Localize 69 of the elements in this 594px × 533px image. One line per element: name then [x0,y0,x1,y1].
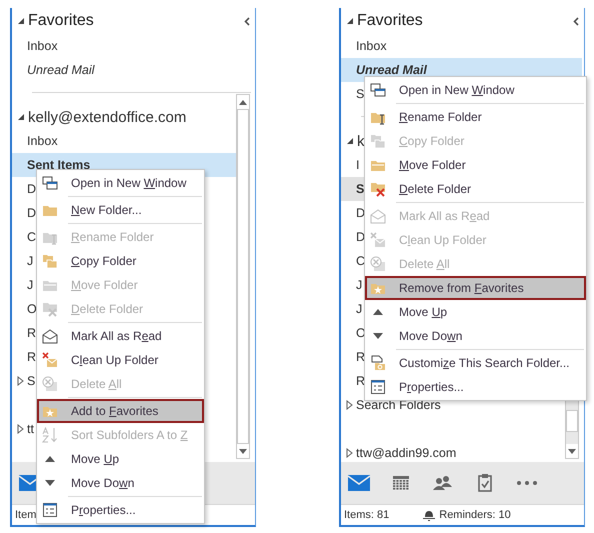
folder-delete-icon [42,301,58,317]
expanded-triangle-icon[interactable] [17,113,25,121]
windows-icon [370,82,386,98]
properties-icon [42,502,58,518]
item-count: Item [15,509,36,522]
folder-item[interactable]: Inbox [341,34,582,58]
collapsed-triangle-icon[interactable] [17,376,24,386]
section-title: Favorites [28,12,94,30]
menu-item[interactable]: Properties... [37,498,204,522]
menu-item[interactable]: Remove from Favorites [365,276,586,300]
folder-group[interactable]: Search Folders [356,398,441,412]
menu-item[interactable]: Delete Folder [365,177,586,201]
expanded-triangle-icon[interactable] [17,17,25,25]
scroll-up-icon[interactable] [239,100,247,104]
scroll-thumb[interactable] [237,109,249,444]
section-title: Favorites [357,12,423,30]
scroll-thumb[interactable] [566,410,578,432]
menu-item[interactable]: Rename Folder [365,105,586,129]
properties-icon [370,379,386,395]
folder-item[interactable]: Unread Mail [12,58,253,82]
menu-item[interactable]: Add to Favorites [37,399,204,423]
menu-item[interactable]: Move Up [37,447,204,471]
expanded-triangle-icon[interactable] [346,137,354,145]
folder-group[interactable]: tt [27,422,34,436]
menu-item[interactable]: Move Folder [365,153,586,177]
collapse-icon[interactable] [244,16,250,26]
windows-icon [42,175,58,191]
collapsed-triangle-icon[interactable] [17,424,24,434]
bell-icon [423,509,436,522]
envelope-delete-icon [370,232,386,248]
folder-delete-icon [370,181,386,197]
folder-item[interactable]: Inbox [12,129,236,153]
menu-item[interactable]: New Folder... [37,198,204,222]
envelope-delete-icon [370,256,386,272]
scroll-down-icon[interactable] [239,448,247,454]
folders-icon [370,133,386,149]
sort-icon [42,427,58,443]
people-icon [433,475,453,492]
account-title[interactable]: k [357,132,364,150]
collapse-icon[interactable] [573,16,579,26]
folder-item[interactable]: Inbox [12,34,253,58]
menu-item[interactable]: Move Down [37,471,204,495]
menu-item[interactable]: Mark All as Read [37,324,204,348]
folders-icon [42,253,58,269]
clipboard-check-icon [478,474,492,492]
scroll-down-icon[interactable] [568,448,576,454]
menu-item[interactable]: Move Down [365,324,586,348]
collapsed-triangle-icon[interactable] [346,448,353,458]
more-icon [517,481,537,486]
menu-item[interactable]: Customize This Search Folder... [365,351,586,375]
account-title[interactable]: kelly@extendoffice.com [28,108,186,126]
item-count: Items: 81 [344,509,390,522]
search-folder-icon [370,355,386,371]
menu-item[interactable]: Move Up [365,300,586,324]
menu-item[interactable]: Copy Folder [37,249,204,273]
envelope-open-icon [42,328,58,344]
menu-item[interactable]: Clean Up Folder [37,348,204,372]
menu-item[interactable]: Properties... [365,375,586,399]
folder-group[interactable]: ttw@addin99.com [356,446,456,460]
reminders-count[interactable]: Reminders: 10 [439,509,511,522]
expanded-triangle-icon[interactable] [346,17,354,25]
calendar-icon [393,476,409,490]
collapsed-triangle-icon[interactable] [346,400,353,410]
envelope-delete-icon [42,376,58,392]
scrollbar[interactable] [236,94,250,460]
folder-group[interactable]: S [27,374,36,388]
envelope-delete-icon [42,352,58,368]
mail-icon [348,475,370,492]
envelope-open-icon [370,208,386,224]
